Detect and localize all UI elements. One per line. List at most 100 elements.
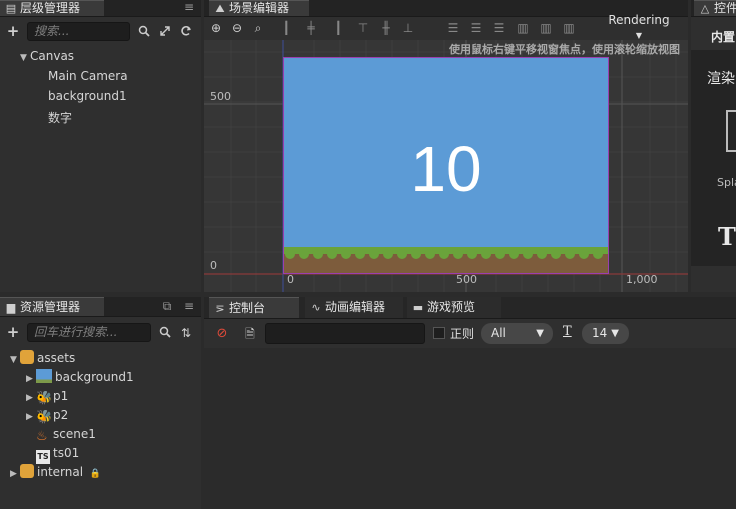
inspector-panel: △ 控件 内置 渲染 Spla T [691,0,736,292]
panel-menu-icon[interactable]: ≡ [181,0,197,16]
chevron-down-icon: ▼ [536,328,544,339]
tab-inspector[interactable]: △ 控件 [694,0,736,16]
text-tool-icon[interactable]: T [718,222,736,251]
popout-icon[interactable]: ⧉ [159,299,175,315]
rendering-label: Rendering [608,13,670,27]
inspector-splash-label: Spla [717,176,736,189]
asset-item-p2[interactable]: ▶ 🐝p2 [0,406,201,425]
folder-icon [20,464,34,478]
scene-title: 场景编辑器 [229,1,290,15]
console-tabbar: ⋝ 控制台 ∿ 动画编辑器 ▬ 游戏预览 [204,297,736,319]
asset-item-ts01[interactable]: TS ts01 [0,444,201,464]
console-filter-input[interactable] [265,323,425,344]
lock-icon: 🔒 [89,469,102,479]
add-icon[interactable]: + [6,24,20,39]
axis-label-x-500: 500 [456,273,477,286]
zoom-reset-icon[interactable]: ⌕ [251,21,265,35]
open-log-icon[interactable]: 🗎 [243,327,257,341]
log-level-value: All [491,326,506,340]
scene-hint-text: 使用鼠标右键平移视窗焦点，使用滚轮缩放视图 [449,43,680,56]
assets-icon: ▆ [6,301,16,314]
align-left-icon[interactable]: ▕▏ [277,21,295,35]
inspector-tabbar: △ 控件 [691,0,736,17]
search-icon[interactable] [158,326,172,340]
align-right-icon[interactable]: ▕▏ [329,21,347,35]
scene-editor-panel: ⛰ 场景编辑器 ⊕ ⊖ ⌕ ▕▏ ╪ ▕▏ ⊤ ╫ ⊥ ☰ ☰ ☰ ▥ ▥ ▥ R… [204,0,688,292]
log-level-select[interactable]: All ▼ [481,323,553,344]
sort-icon[interactable]: ⇅ [179,326,193,340]
game-preview-icon: ▬ [412,301,424,314]
asset-label: p1 [53,389,69,403]
assets-tabbar: ▆ 资源管理器 ⧉ ≡ [0,297,201,317]
canvas-number-label[interactable]: 10 [284,134,608,204]
asset-item-internal[interactable]: ▶ internal 🔒 [0,463,201,482]
assets-search-input[interactable]: 回车进行搜索... [27,323,151,342]
chevron-down-icon: ▼ [611,328,619,339]
asset-item-background1[interactable]: ▶ background1 [0,368,201,387]
hierarchy-search-input[interactable]: 搜索... [27,22,130,41]
zoom-out-icon[interactable]: ⊖ [230,21,244,35]
add-icon[interactable]: + [6,325,20,340]
tab-hierarchy[interactable]: ▤ 层级管理器 [0,0,104,16]
tree-item-background1[interactable]: background1 [0,87,201,106]
asset-item-assets[interactable]: ▼ assets [0,349,201,368]
clear-icon[interactable]: ⊘ [215,327,229,341]
zoom-in-icon[interactable]: ⊕ [209,21,223,35]
panel-menu-icon[interactable]: ≡ [181,299,197,315]
align-top-icon[interactable]: ⊤ [356,21,370,35]
refresh-icon[interactable] [179,25,193,39]
font-size-select[interactable]: 14 ▼ [582,323,629,344]
hierarchy-tabbar: ▤ 层级管理器 ≡ [0,0,201,17]
distribute-vcenter-icon[interactable]: ☰ [469,21,483,35]
tree-item-main-camera[interactable]: Main Camera [0,67,201,86]
rendering-dropdown[interactable]: Rendering ▼ [604,13,674,40]
tree-item-number[interactable]: 数字 [0,109,201,128]
splash-icon[interactable] [726,110,736,152]
asset-label: p2 [53,408,69,422]
font-size-value: 14 [592,326,608,340]
tab-animation-editor[interactable]: ∿ 动画编辑器 [305,297,403,318]
tree-item-label: Main Camera [48,69,128,83]
tab-console[interactable]: ⋝ 控制台 [209,297,299,318]
tree-item-canvas[interactable]: ▼ Canvas [0,47,201,66]
search-icon[interactable] [137,25,151,39]
align-bottom-icon[interactable]: ⊥ [401,21,415,35]
collapse-icon[interactable] [158,25,172,39]
sprite-icon: 🐝 [36,391,53,406]
tree-item-label: Canvas [30,49,75,63]
distribute-top-icon[interactable]: ☰ [446,21,460,35]
image-icon [36,369,52,383]
font-size-icon: T [563,324,572,339]
expand-arrow-icon[interactable]: ▼ [20,49,30,68]
asset-label: ts01 [53,446,80,460]
console-log-area[interactable] [204,349,736,509]
align-vcenter-icon[interactable]: ╫ [379,21,393,35]
align-hcenter-icon[interactable]: ╪ [304,21,318,35]
distribute-right-icon[interactable]: ▥ [562,21,576,35]
scene-flame-icon: ♨ [36,429,48,444]
distribute-hcenter-icon[interactable]: ▥ [539,21,553,35]
axis-label-x-0: 0 [287,273,294,286]
design-canvas[interactable]: 10 [283,57,609,274]
regex-checkbox[interactable] [433,327,445,339]
game-preview-tab-label: 游戏预览 [427,300,476,314]
tab-scene-editor[interactable]: ⛰ 场景编辑器 [209,0,309,16]
expand-arrow-icon[interactable]: ▶ [10,465,20,484]
scene-viewport[interactable]: 500 0 0 500 1,000 10 [204,40,688,292]
ground-strip [284,247,608,273]
tree-item-label: background1 [48,89,127,103]
asset-item-scene1[interactable]: ♨ scene1 [0,425,201,444]
axis-label-x-1000: 1,000 [626,273,658,286]
axis-label-y-500: 500 [210,90,231,103]
asset-item-p1[interactable]: ▶ 🐝p1 [0,387,201,406]
distribute-left-icon[interactable]: ▥ [516,21,530,35]
asset-label: background1 [55,370,134,384]
animation-icon: ∿ [311,301,321,314]
regex-label: 正则 [450,327,475,341]
distribute-bottom-icon[interactable]: ☰ [492,21,506,35]
tab-game-preview[interactable]: ▬ 游戏预览 [407,297,501,318]
console-panel: ⋝ 控制台 ∿ 动画编辑器 ▬ 游戏预览 ⊘ 🗎 正则 All ▼ T 14 ▼ [204,297,736,509]
tab-assets[interactable]: ▆ 资源管理器 [0,297,104,316]
typescript-icon: TS [36,450,50,464]
hierarchy-panel: ▤ 层级管理器 ≡ + 搜索... ▼ Canvas Main Camera bac… [0,0,201,292]
